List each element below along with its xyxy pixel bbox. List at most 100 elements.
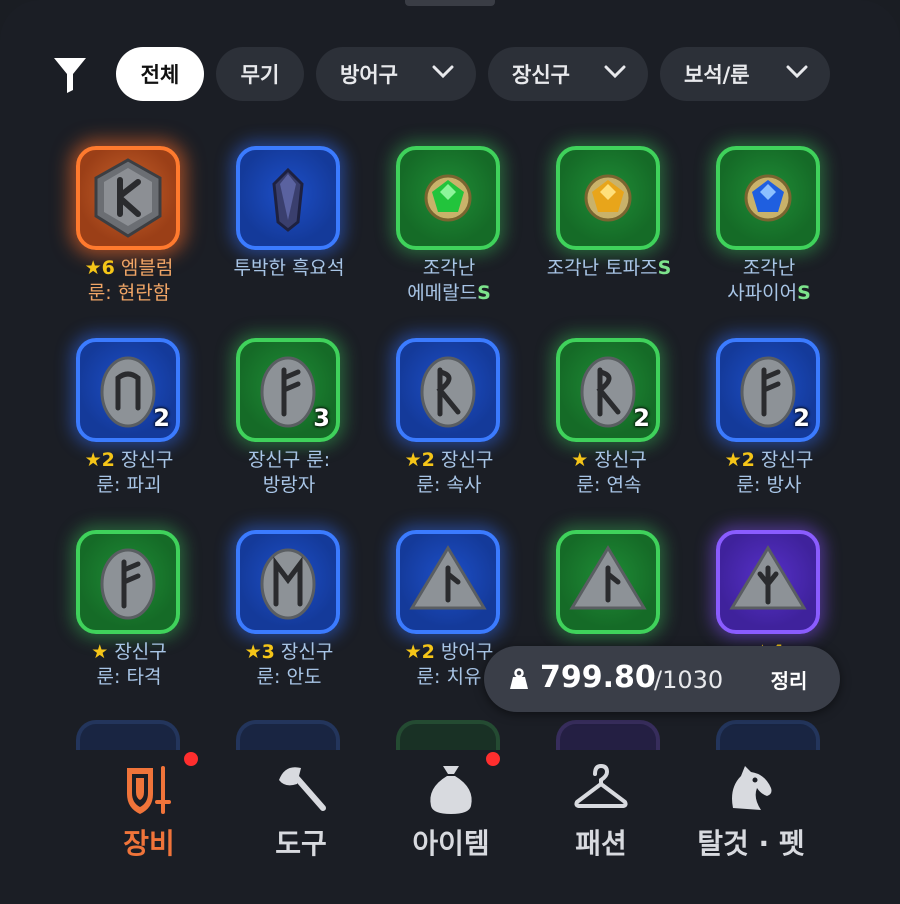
triangle-rune-icon (729, 545, 807, 610)
next-row-preview (0, 720, 900, 750)
item-slot[interactable] (556, 146, 660, 250)
item-label: 조각난 사파이어S (684, 256, 854, 306)
item-slot (396, 720, 500, 750)
item-star: ★2 (84, 449, 115, 471)
sort-button[interactable]: 정리 (754, 660, 824, 698)
shield-sword-icon (127, 766, 171, 814)
emblem-rune-icon (94, 158, 162, 238)
nav-items[interactable]: 아이템 (366, 750, 536, 880)
item-slot[interactable]: 2 (556, 338, 660, 442)
item-name: 장신구 (440, 449, 494, 471)
rank-s-mark: S (797, 282, 811, 304)
item-label: ★2 장신구 룬: 파괴 (44, 448, 214, 498)
item-count: 2 (633, 404, 650, 432)
nav-label: 아이템 (412, 827, 490, 860)
weight-current: 799.80 (540, 660, 656, 695)
chevron-down-icon (604, 65, 626, 79)
item-slot[interactable] (396, 530, 500, 634)
item-subname: 방랑자 (262, 474, 316, 496)
item-cell[interactable]: 2 ★2 장신구 룬: 파괴 (54, 336, 214, 516)
item-slot[interactable] (76, 530, 180, 634)
item-subname: 룬: 타격 (96, 666, 162, 688)
chip-accessory[interactable]: 장신구 (488, 47, 648, 101)
item-subname: 룬: 현란함 (87, 282, 171, 304)
chip-label: 방어구 (340, 63, 398, 87)
chip-all[interactable]: 전체 (116, 47, 204, 101)
item-label: ★ 장신구 룬: 연속 (524, 448, 694, 498)
item-slot[interactable] (396, 146, 500, 250)
item-count: 3 (313, 404, 330, 432)
item-label: 조각난 토파즈S (524, 256, 694, 281)
topaz-gem-icon (584, 174, 632, 222)
item-cell[interactable]: 조각난 토파즈S (534, 144, 694, 324)
rank-s-mark: S (477, 282, 491, 304)
item-star: ★2 (404, 449, 435, 471)
horse-icon (732, 766, 772, 810)
item-slot[interactable] (396, 338, 500, 442)
axe-icon (279, 767, 326, 811)
item-cell[interactable]: ★3 장신구 룬: 안도 (214, 528, 374, 708)
item-slot[interactable]: 2 (76, 338, 180, 442)
chip-weapon[interactable]: 무기 (216, 47, 304, 101)
nav-label: 장비 (123, 827, 175, 860)
filter-icon[interactable] (52, 56, 88, 94)
nav-label: 도구 (275, 827, 327, 860)
item-cell[interactable]: ★ 장신구 룬: 타격 (54, 528, 214, 708)
weight-max: /1030 (654, 666, 724, 694)
item-slot (556, 720, 660, 750)
item-name: 조각난 (422, 257, 476, 279)
emerald-gem-icon (424, 174, 472, 222)
item-label: ★ 장신구 룬: 타격 (44, 640, 214, 690)
item-cell[interactable]: 3 장신구 룬: 방랑자 (214, 336, 374, 516)
item-slot[interactable] (76, 146, 180, 250)
item-cell[interactable]: 투박한 흑요석 (214, 144, 374, 324)
item-slot[interactable] (236, 146, 340, 250)
grab-handle[interactable] (405, 0, 495, 6)
item-name: 투박한 흑요석 (233, 257, 345, 279)
triangle-rune-icon (569, 545, 647, 610)
weight-indicator: 799.80 /1030 정리 (484, 646, 840, 712)
item-cell[interactable]: ★2 장신구 룬: 속사 (374, 336, 534, 516)
item-name: 방어구 (440, 641, 494, 663)
item-slot[interactable] (556, 530, 660, 634)
item-star: ★6 (84, 257, 115, 279)
chevron-down-icon (432, 65, 454, 79)
item-name: 조각난 토파즈 (546, 257, 658, 279)
item-star: ★2 (404, 641, 435, 663)
rune-stone-icon (260, 548, 316, 620)
item-label: ★3 장신구 룬: 안도 (204, 640, 374, 690)
item-cell[interactable]: 조각난 에메랄드S (374, 144, 534, 324)
item-cell[interactable]: 2 ★2 장신구 룬: 방사 (694, 336, 854, 516)
item-slot[interactable] (716, 146, 820, 250)
item-subname: 룬: 안도 (256, 666, 322, 688)
item-subname: 룬: 속사 (416, 474, 482, 496)
nav-equipment[interactable]: 장비 (64, 750, 234, 880)
bottom-nav: 장비 도구 아이템 패션 탈것 · 펫 (0, 750, 900, 904)
notification-badge (184, 752, 198, 766)
rank-s-mark: S (657, 257, 672, 279)
obsidian-gem-icon (272, 167, 304, 232)
item-cell[interactable]: 2 ★ 장신구 룬: 연속 (534, 336, 694, 516)
nav-fashion[interactable]: 패션 (516, 750, 686, 880)
item-label: ★6 엠블럼 룬: 현란함 (44, 256, 214, 306)
item-slot[interactable]: 3 (236, 338, 340, 442)
chevron-down-icon (786, 65, 808, 79)
item-star: ★ (91, 641, 109, 663)
item-label: 투박한 흑요석 (204, 256, 374, 281)
nav-tools[interactable]: 도구 (216, 750, 386, 880)
filter-bar: 전체 무기 방어구 장신구 보석/룬 (0, 46, 900, 104)
chip-gem-rune[interactable]: 보석/룬 (660, 47, 830, 101)
item-cell[interactable]: ★6 엠블럼 룬: 현란함 (54, 144, 214, 324)
item-slot (76, 720, 180, 750)
nav-mount-pet[interactable]: 탈것 · 펫 (666, 750, 836, 880)
item-slot[interactable]: 2 (716, 338, 820, 442)
item-cell[interactable]: 조각난 사파이어S (694, 144, 854, 324)
chip-armor[interactable]: 방어구 (316, 47, 476, 101)
item-slot[interactable] (236, 530, 340, 634)
inventory-panel: 전체 무기 방어구 장신구 보석/룬 ★6 엠블럼 룬: 현란함 투박한 흑요석… (0, 0, 900, 904)
item-slot[interactable] (716, 530, 820, 634)
item-name: 장신구 (594, 449, 647, 471)
nav-label: 탈것 · 펫 (697, 827, 805, 860)
nav-label: 패션 (575, 827, 627, 860)
item-name: 장신구 (280, 641, 334, 663)
